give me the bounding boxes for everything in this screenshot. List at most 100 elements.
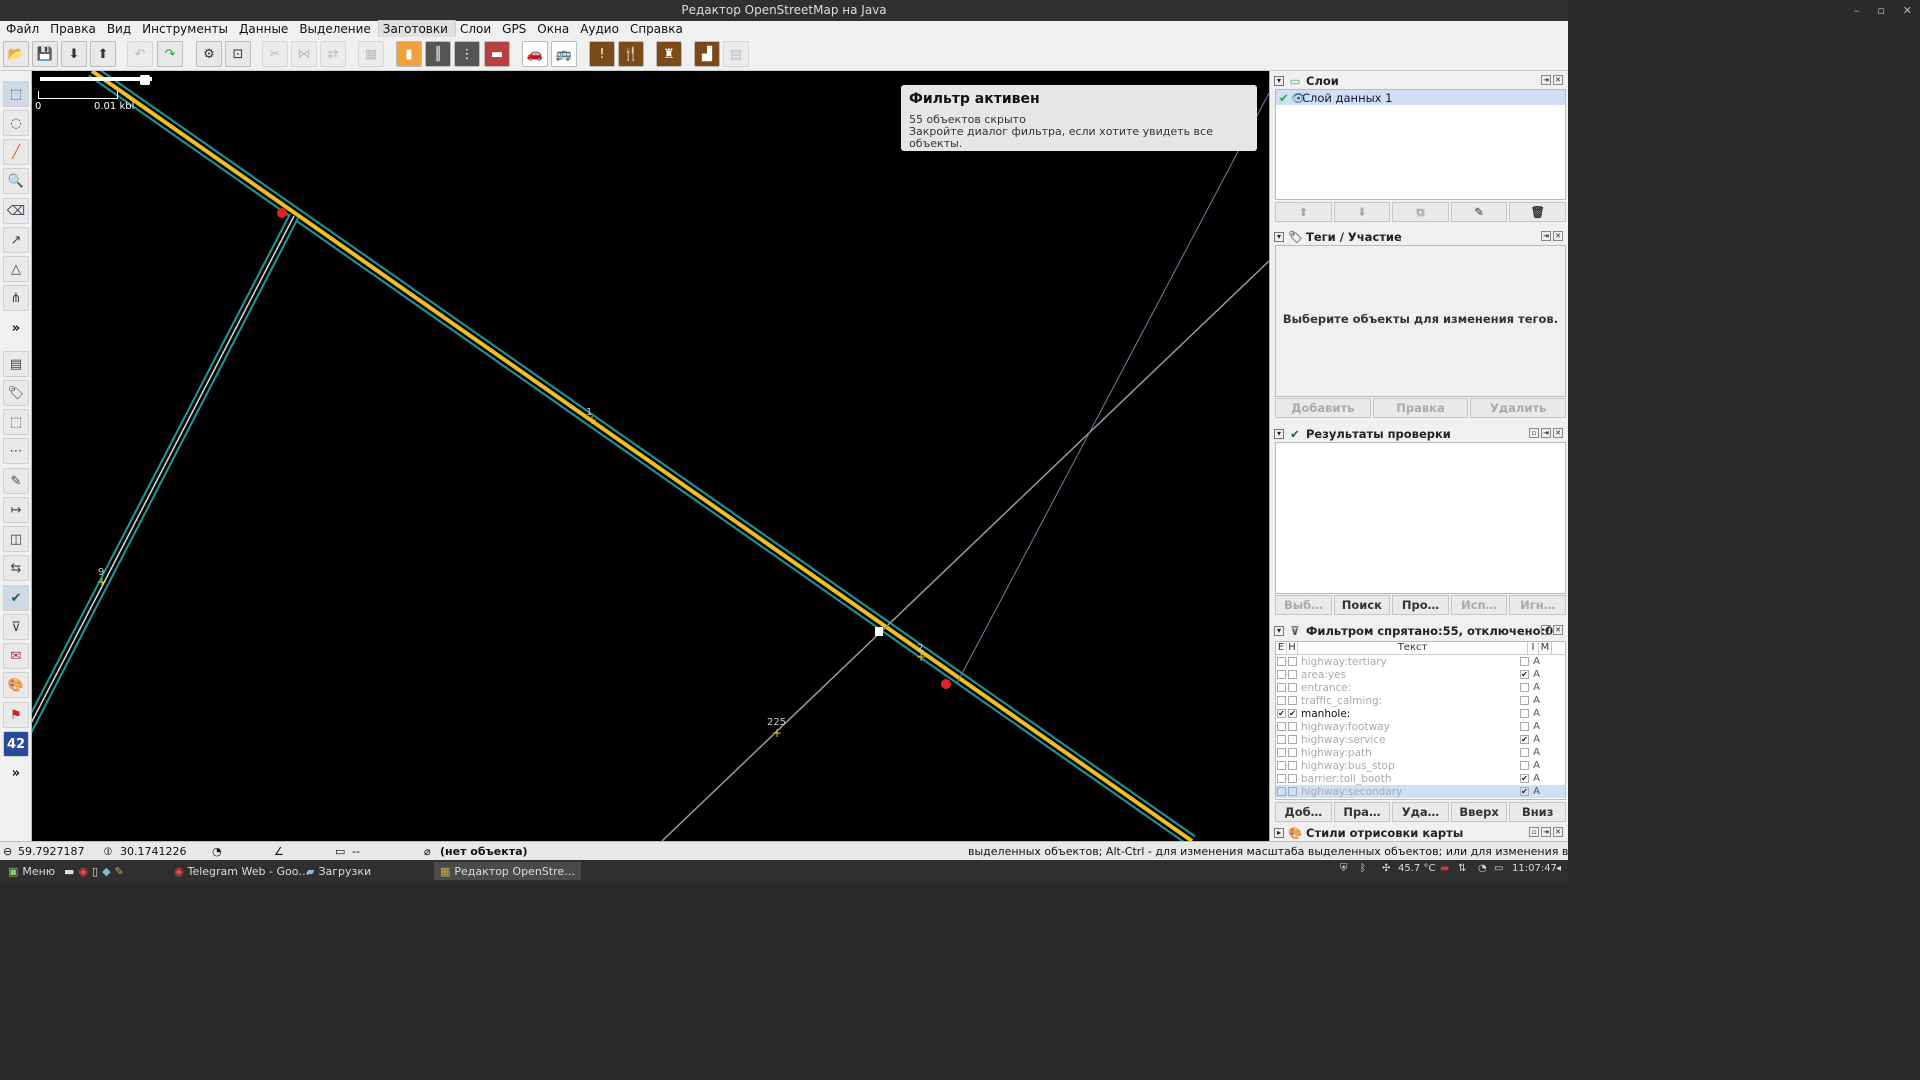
pin-icon[interactable]: ⇥: [1541, 75, 1551, 85]
col-enabled[interactable]: E: [1276, 642, 1287, 654]
validation-panel-header[interactable]: ▾ ✔ Результаты проверки ▫ ⇥ ✕: [1274, 425, 1565, 442]
collapse-icon[interactable]: ▾: [1274, 75, 1284, 86]
hidden-checkbox[interactable]: [1287, 694, 1298, 707]
preset-railway-icon[interactable]: ║: [425, 41, 451, 67]
side-road[interactable]: [32, 213, 299, 734]
search-button[interactable]: Поиск: [1333, 595, 1391, 615]
menu-audio[interactable]: Аудио: [576, 21, 626, 37]
add-filter-button[interactable]: Доб…: [1275, 802, 1332, 822]
enabled-checkbox[interactable]: [1276, 785, 1287, 798]
filter-panel-header[interactable]: ▾ ⊽ Фильтром спрятано:55, отключено:0 ⇥ ✕: [1274, 622, 1565, 639]
enabled-checkbox[interactable]: [1276, 655, 1287, 668]
inverted-checkbox[interactable]: ✔: [1519, 772, 1530, 785]
toggle-imagery-icon[interactable]: ◫: [3, 526, 29, 552]
expand-tools-icon[interactable]: »: [3, 315, 29, 341]
fix-button[interactable]: Исп…: [1450, 595, 1508, 615]
task-downloads[interactable]: ▰ Загрузки: [300, 862, 377, 880]
close-icon[interactable]: ✕: [1903, 0, 1912, 21]
pin-icon[interactable]: ⇥: [1541, 827, 1551, 837]
toggle-filter-icon[interactable]: ⊽: [3, 614, 29, 640]
preset-warning-icon[interactable]: !: [589, 41, 615, 67]
delete-tag-button[interactable]: Удалить: [1470, 398, 1567, 418]
toggle-wikidata-icon[interactable]: 42: [3, 731, 29, 757]
expand-toggles-icon[interactable]: »: [3, 760, 29, 786]
preset-industrial-icon[interactable]: ▟: [694, 41, 720, 67]
minimize-icon[interactable]: –: [1854, 0, 1860, 21]
undo-icon[interactable]: ↶: [127, 41, 153, 67]
col-text[interactable]: Текст: [1298, 642, 1528, 654]
hidden-checkbox[interactable]: [1287, 772, 1298, 785]
task-josm[interactable]: ▦ Редактор OpenStre…: [434, 862, 582, 880]
settings-icon[interactable]: ▫: [1529, 827, 1539, 837]
close-panel-icon[interactable]: ✕: [1553, 428, 1563, 438]
menu-layers[interactable]: Слои: [456, 21, 498, 37]
hidden-checkbox[interactable]: [1287, 681, 1298, 694]
inverted-checkbox[interactable]: [1519, 720, 1530, 733]
col-hidden[interactable]: H: [1287, 642, 1298, 654]
merge-layers-icon[interactable]: ⧉: [1392, 202, 1449, 222]
pin-icon[interactable]: ⇥: [1541, 625, 1551, 635]
delete-filter-button[interactable]: Уда…: [1392, 802, 1449, 822]
upload-icon[interactable]: ⬆: [90, 41, 116, 67]
enabled-checkbox[interactable]: ✔: [1276, 707, 1287, 720]
main-road[interactable]: [88, 71, 1196, 841]
menu-selection[interactable]: Выделение: [295, 21, 377, 37]
move-up-icon[interactable]: ⬆: [1275, 202, 1332, 222]
layer-item[interactable]: ✔ 👁 Слой данных 1: [1276, 90, 1565, 105]
chrome-icon[interactable]: ◉: [78, 865, 88, 878]
hidden-checkbox[interactable]: ✔: [1287, 707, 1298, 720]
fan-icon[interactable]: ✣: [1382, 863, 1390, 874]
menu-windows[interactable]: Окна: [533, 21, 576, 37]
styles-panel-header[interactable]: ▸ 🎨 Стили отрисовки карты ▫ ⇥ ✕: [1274, 824, 1565, 841]
inverted-checkbox[interactable]: ✔: [1519, 668, 1530, 681]
inverted-checkbox[interactable]: [1519, 746, 1530, 759]
close-panel-icon[interactable]: ✕: [1553, 231, 1563, 241]
keyboard-layout-icon[interactable]: ▬: [1440, 863, 1449, 874]
split-way-icon[interactable]: ✂: [262, 41, 288, 67]
desktop-icon[interactable]: ▬: [64, 865, 74, 878]
preset-road-icon[interactable]: ▮: [396, 41, 422, 67]
restore-icon[interactable]: ▫: [1877, 0, 1884, 21]
parallel-way-icon[interactable]: △: [3, 256, 29, 282]
enabled-checkbox[interactable]: [1276, 759, 1287, 772]
move-down-button[interactable]: Вниз: [1509, 802, 1566, 822]
inverted-checkbox[interactable]: [1519, 694, 1530, 707]
hidden-checkbox[interactable]: [1287, 746, 1298, 759]
battery-icon[interactable]: ▭: [1494, 863, 1503, 874]
close-panel-icon[interactable]: ✕: [1553, 625, 1563, 635]
settings-icon[interactable]: ▫: [1529, 428, 1539, 438]
redo-icon[interactable]: ↷: [157, 41, 183, 67]
hidden-checkbox[interactable]: [1287, 655, 1298, 668]
mode-cell[interactable]: A: [1530, 655, 1543, 668]
preset-signals-icon[interactable]: ⋮: [454, 41, 480, 67]
hidden-checkbox[interactable]: [1287, 759, 1298, 772]
download-icon[interactable]: ⬇: [61, 41, 87, 67]
delete-layer-icon[interactable]: 🗑: [1509, 202, 1566, 222]
layer-props-icon[interactable]: ✎: [1450, 202, 1508, 222]
edit-filter-button[interactable]: Пра…: [1333, 802, 1391, 822]
enabled-checkbox[interactable]: [1276, 681, 1287, 694]
mode-cell[interactable]: A: [1530, 759, 1543, 772]
move-down-icon[interactable]: ⬇: [1333, 202, 1391, 222]
preset-more-icon[interactable]: ▤: [723, 41, 749, 67]
select-mode-icon[interactable]: ⬚: [3, 81, 29, 107]
filter-row[interactable]: highway:footway A: [1276, 720, 1565, 733]
inverted-checkbox[interactable]: [1519, 759, 1530, 772]
menu-file[interactable]: Файл: [2, 21, 46, 37]
mode-cell[interactable]: A: [1530, 707, 1543, 720]
hidden-checkbox[interactable]: [1287, 720, 1298, 733]
filter-row[interactable]: highway:bus_stop A: [1276, 759, 1565, 772]
menu-tools[interactable]: Инструменты: [138, 21, 235, 37]
network-icon[interactable]: ⇅: [1458, 863, 1466, 874]
preset-car-icon[interactable]: 🚗: [522, 41, 548, 67]
menu-view[interactable]: Вид: [103, 21, 138, 37]
inverted-checkbox[interactable]: [1519, 655, 1530, 668]
pin-icon[interactable]: ⇥: [1541, 231, 1551, 241]
files-icon[interactable]: ◆: [102, 865, 110, 878]
menu-data[interactable]: Данные: [235, 21, 295, 37]
node-warning-icon[interactable]: [941, 679, 951, 689]
pin-icon[interactable]: ⇥: [1541, 428, 1551, 438]
toggle-validator-icon[interactable]: ✔: [3, 585, 29, 611]
delete-mode-icon[interactable]: ⌫: [3, 198, 29, 224]
enabled-checkbox[interactable]: [1276, 733, 1287, 746]
